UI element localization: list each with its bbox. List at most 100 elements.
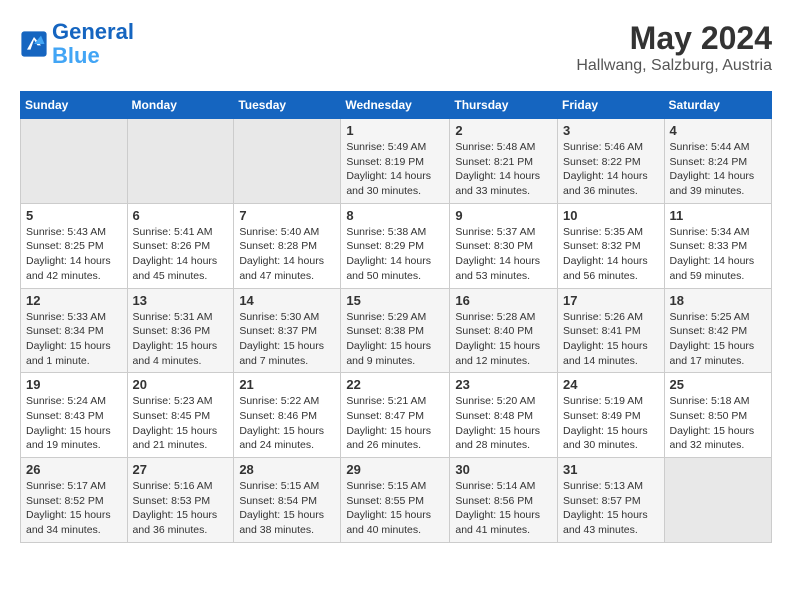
day-cell: 16Sunrise: 5:28 AM Sunset: 8:40 PM Dayli…: [450, 288, 558, 373]
day-info: Sunrise: 5:15 AM Sunset: 8:54 PM Dayligh…: [239, 479, 335, 538]
day-number: 12: [26, 293, 122, 308]
day-cell: 11 Sunrise: 5:34 AM Sunset: 8:33 PM Dayli…: [664, 203, 771, 288]
week-row-1: 1 Sunrise: 5:49 AM Sunset: 8:19 PM Daylig…: [21, 119, 772, 204]
day-number: 6: [133, 208, 229, 223]
day-number: 13: [133, 293, 229, 308]
day-number: 14: [239, 293, 335, 308]
day-info: Sunrise: 5:41 AM Sunset: 8:26 PM Dayligh…: [133, 225, 229, 284]
day-cell: 6 Sunrise: 5:41 AM Sunset: 8:26 PM Daylig…: [127, 203, 234, 288]
day-cell: 27 Sunrise: 5:16 AM Sunset: 8:53 PM Dayli…: [127, 458, 234, 543]
day-cell: 18 Sunrise: 5:25 AM Sunset: 8:42 PM Dayli…: [664, 288, 771, 373]
day-number: 26: [26, 462, 122, 477]
day-info: Sunrise: 5:16 AM Sunset: 8:53 PM Dayligh…: [133, 479, 229, 538]
day-info: Sunrise: 5:21 AM Sunset: 8:47 PM Dayligh…: [346, 394, 444, 453]
day-number: 5: [26, 208, 122, 223]
day-cell: 26 Sunrise: 5:17 AM Sunset: 8:52 PM Dayli…: [21, 458, 128, 543]
day-number: 1: [346, 123, 444, 138]
calendar-subtitle: Hallwang, Salzburg, Austria: [576, 57, 772, 75]
day-cell: 25Sunrise: 5:18 AM Sunset: 8:50 PM Dayli…: [664, 373, 771, 458]
day-number: 15: [346, 293, 444, 308]
day-cell: 10 Sunrise: 5:35 AM Sunset: 8:32 PM Dayli…: [558, 203, 665, 288]
day-info: Sunrise: 5:24 AM Sunset: 8:43 PM Dayligh…: [26, 394, 122, 453]
week-row-2: 5 Sunrise: 5:43 AM Sunset: 8:25 PM Daylig…: [21, 203, 772, 288]
day-number: 10: [563, 208, 659, 223]
logo-line1: General: [52, 19, 134, 44]
day-number: 9: [455, 208, 552, 223]
day-cell: 3 Sunrise: 5:46 AM Sunset: 8:22 PM Daylig…: [558, 119, 665, 204]
header-cell-saturday: Saturday: [664, 92, 771, 119]
day-info: Sunrise: 5:38 AM Sunset: 8:29 PM Dayligh…: [346, 225, 444, 284]
day-info: Sunrise: 5:35 AM Sunset: 8:32 PM Dayligh…: [563, 225, 659, 284]
day-cell: [21, 119, 128, 204]
day-cell: [664, 458, 771, 543]
day-cell: 1 Sunrise: 5:49 AM Sunset: 8:19 PM Daylig…: [341, 119, 450, 204]
day-cell: 7 Sunrise: 5:40 AM Sunset: 8:28 PM Daylig…: [234, 203, 341, 288]
day-info: Sunrise: 5:20 AM Sunset: 8:48 PM Dayligh…: [455, 394, 552, 453]
week-row-3: 12 Sunrise: 5:33 AM Sunset: 8:34 PM Dayli…: [21, 288, 772, 373]
day-info: Sunrise: 5:33 AM Sunset: 8:34 PM Dayligh…: [26, 310, 122, 369]
day-cell: 21 Sunrise: 5:22 AM Sunset: 8:46 PM Dayli…: [234, 373, 341, 458]
day-cell: 31Sunrise: 5:13 AM Sunset: 8:57 PM Dayli…: [558, 458, 665, 543]
title-block: May 2024 Hallwang, Salzburg, Austria: [576, 20, 772, 75]
day-info: Sunrise: 5:31 AM Sunset: 8:36 PM Dayligh…: [133, 310, 229, 369]
day-number: 22: [346, 377, 444, 392]
day-info: Sunrise: 5:43 AM Sunset: 8:25 PM Dayligh…: [26, 225, 122, 284]
day-cell: 24Sunrise: 5:19 AM Sunset: 8:49 PM Dayli…: [558, 373, 665, 458]
day-cell: [127, 119, 234, 204]
day-info: Sunrise: 5:19 AM Sunset: 8:49 PM Dayligh…: [563, 394, 659, 453]
day-cell: 20Sunrise: 5:23 AM Sunset: 8:45 PM Dayli…: [127, 373, 234, 458]
page-header: General Blue May 2024 Hallwang, Salzburg…: [20, 20, 772, 75]
day-number: 27: [133, 462, 229, 477]
day-number: 11: [670, 208, 766, 223]
day-number: 23: [455, 377, 552, 392]
day-info: Sunrise: 5:17 AM Sunset: 8:52 PM Dayligh…: [26, 479, 122, 538]
header-row: SundayMondayTuesdayWednesdayThursdayFrid…: [21, 92, 772, 119]
header-cell-thursday: Thursday: [450, 92, 558, 119]
day-number: 30: [455, 462, 552, 477]
day-number: 19: [26, 377, 122, 392]
day-info: Sunrise: 5:26 AM Sunset: 8:41 PM Dayligh…: [563, 310, 659, 369]
day-cell: [234, 119, 341, 204]
day-info: Sunrise: 5:15 AM Sunset: 8:55 PM Dayligh…: [346, 479, 444, 538]
day-cell: 5 Sunrise: 5:43 AM Sunset: 8:25 PM Daylig…: [21, 203, 128, 288]
day-cell: 22 Sunrise: 5:21 AM Sunset: 8:47 PM Dayli…: [341, 373, 450, 458]
day-cell: 14Sunrise: 5:30 AM Sunset: 8:37 PM Dayli…: [234, 288, 341, 373]
day-number: 17: [563, 293, 659, 308]
day-cell: 17 Sunrise: 5:26 AM Sunset: 8:41 PM Dayli…: [558, 288, 665, 373]
header-cell-monday: Monday: [127, 92, 234, 119]
calendar-table: SundayMondayTuesdayWednesdayThursdayFrid…: [20, 91, 772, 543]
day-number: 8: [346, 208, 444, 223]
day-number: 7: [239, 208, 335, 223]
calendar-title: May 2024: [576, 20, 772, 57]
day-info: Sunrise: 5:13 AM Sunset: 8:57 PM Dayligh…: [563, 479, 659, 538]
header-cell-sunday: Sunday: [21, 92, 128, 119]
day-cell: 2Sunrise: 5:48 AM Sunset: 8:21 PM Daylig…: [450, 119, 558, 204]
logo: General Blue: [20, 20, 134, 68]
day-info: Sunrise: 5:46 AM Sunset: 8:22 PM Dayligh…: [563, 140, 659, 199]
day-cell: 12 Sunrise: 5:33 AM Sunset: 8:34 PM Dayli…: [21, 288, 128, 373]
day-number: 3: [563, 123, 659, 138]
day-cell: 9 Sunrise: 5:37 AM Sunset: 8:30 PM Daylig…: [450, 203, 558, 288]
day-info: Sunrise: 5:48 AM Sunset: 8:21 PM Dayligh…: [455, 140, 552, 199]
day-cell: 4Sunrise: 5:44 AM Sunset: 8:24 PM Daylig…: [664, 119, 771, 204]
day-info: Sunrise: 5:34 AM Sunset: 8:33 PM Dayligh…: [670, 225, 766, 284]
day-info: Sunrise: 5:40 AM Sunset: 8:28 PM Dayligh…: [239, 225, 335, 284]
day-info: Sunrise: 5:25 AM Sunset: 8:42 PM Dayligh…: [670, 310, 766, 369]
day-number: 20: [133, 377, 229, 392]
day-cell: 8 Sunrise: 5:38 AM Sunset: 8:29 PM Daylig…: [341, 203, 450, 288]
week-row-5: 26 Sunrise: 5:17 AM Sunset: 8:52 PM Dayli…: [21, 458, 772, 543]
day-info: Sunrise: 5:37 AM Sunset: 8:30 PM Dayligh…: [455, 225, 552, 284]
day-cell: 23 Sunrise: 5:20 AM Sunset: 8:48 PM Dayli…: [450, 373, 558, 458]
header-cell-tuesday: Tuesday: [234, 92, 341, 119]
day-cell: 19 Sunrise: 5:24 AM Sunset: 8:43 PM Dayli…: [21, 373, 128, 458]
day-number: 18: [670, 293, 766, 308]
logo-text: General Blue: [52, 20, 134, 68]
header-cell-friday: Friday: [558, 92, 665, 119]
day-info: Sunrise: 5:49 AM Sunset: 8:19 PM Dayligh…: [346, 140, 444, 199]
day-number: 29: [346, 462, 444, 477]
day-number: 21: [239, 377, 335, 392]
day-info: Sunrise: 5:22 AM Sunset: 8:46 PM Dayligh…: [239, 394, 335, 453]
header-cell-wednesday: Wednesday: [341, 92, 450, 119]
day-cell: 29 Sunrise: 5:15 AM Sunset: 8:55 PM Dayli…: [341, 458, 450, 543]
day-number: 16: [455, 293, 552, 308]
